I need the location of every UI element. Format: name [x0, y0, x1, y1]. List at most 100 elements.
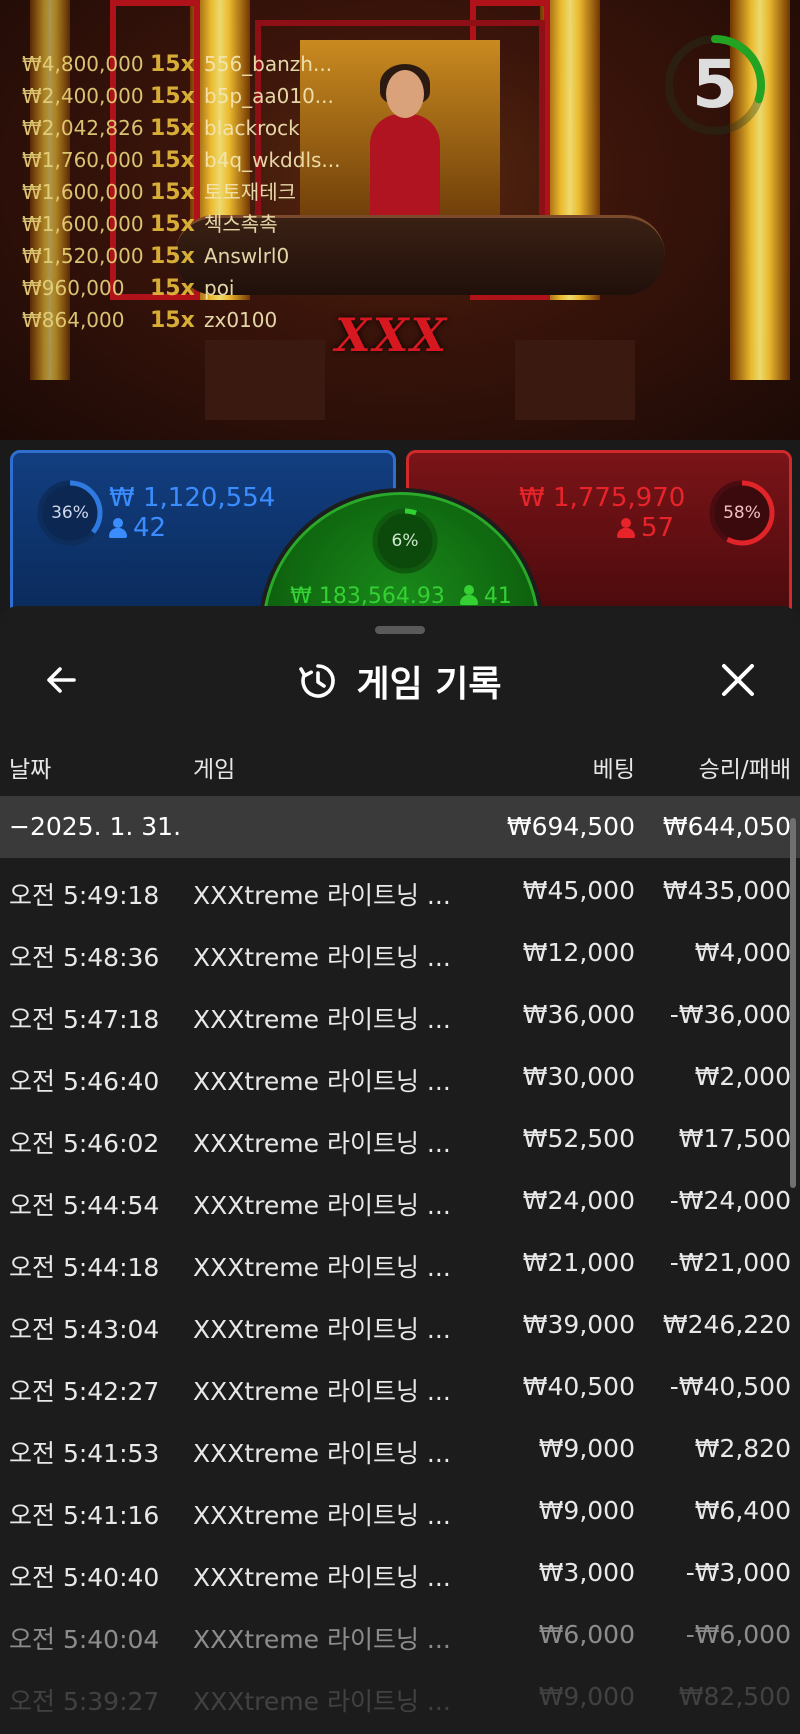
leader-amount: ₩1,520,000: [22, 244, 144, 268]
tie-pct: 6%: [391, 531, 419, 551]
back-button[interactable]: [40, 658, 84, 702]
row-game: XXXtreme 라이트닝 ...: [193, 1005, 451, 1034]
row-game: XXXtreme 라이트닝 ...: [193, 881, 451, 910]
row-time: 오전 5:46:02: [9, 1129, 160, 1158]
leader-amount: ₩2,042,826: [22, 116, 144, 140]
row-result: -₩40,500: [669, 1372, 791, 1401]
history-row[interactable]: 오전 5:41:53 XXXtreme 라이트닝 ... ₩9,000 ₩2,820: [0, 1416, 800, 1478]
row-time: 오전 5:48:36: [9, 943, 160, 972]
countdown-value: 5: [692, 46, 738, 123]
leaderboard-row: ₩2,042,826 15x blackrock: [22, 112, 341, 144]
row-game: XXXtreme 라이트닝 ...: [193, 1687, 451, 1716]
leaderboard-row: ₩1,760,000 15x b4q_wkddls...: [22, 144, 341, 176]
row-bet: ₩21,000: [522, 1248, 635, 1277]
col-result: 승리/패배: [698, 757, 791, 783]
row-bet: ₩9,000: [538, 1496, 635, 1525]
leader-multiplier: 15x: [150, 212, 195, 237]
leader-username: 토토재테크: [204, 180, 296, 204]
leaderboard-row: ₩960,000 15x poi: [22, 272, 341, 304]
person-icon: [617, 518, 635, 538]
leaderboard-row: ₩1,600,000 15x 토토재테크: [22, 176, 341, 208]
row-game: XXXtreme 라이트닝 ...: [193, 1067, 451, 1096]
leader-username: 556_banzh...: [204, 52, 333, 76]
leader-multiplier: 15x: [150, 244, 195, 269]
row-result: ₩6,400: [694, 1496, 791, 1525]
col-game: 게임: [193, 757, 236, 783]
leader-multiplier: 15x: [150, 84, 195, 109]
leader-amount: ₩864,000: [22, 308, 125, 332]
countdown-timer: 5: [660, 30, 770, 140]
player-pct-ring: 36%: [35, 478, 105, 548]
leaderboard-row: ₩4,800,000 15x 556_banzh...: [22, 48, 341, 80]
leader-amount: ₩1,760,000: [22, 148, 144, 172]
row-bet: ₩40,500: [522, 1372, 635, 1401]
row-time: 오전 5:41:16: [9, 1501, 160, 1530]
history-row[interactable]: 오전 5:47:18 XXXtreme 라이트닝 ... ₩36,000 -₩36,0…: [0, 982, 800, 1044]
leader-multiplier: 15x: [150, 276, 195, 301]
sheet-drag-handle[interactable]: [375, 626, 425, 634]
player-amount: ₩ 1,120,554: [109, 483, 276, 513]
history-row[interactable]: 오전 5:40:40 XXXtreme 라이트닝 ... ₩3,000 -₩3,000: [0, 1540, 800, 1602]
row-game: XXXtreme 라이트닝 ...: [193, 1625, 451, 1654]
row-result: ₩246,220: [662, 1310, 791, 1339]
row-result: -₩24,000: [669, 1186, 791, 1215]
row-time: 오전 5:47:18: [9, 1005, 160, 1034]
row-time: 오전 5:44:18: [9, 1253, 160, 1282]
person-icon: [109, 518, 127, 538]
history-row[interactable]: 오전 5:43:04 XXXtreme 라이트닝 ... ₩39,000 ₩246,2…: [0, 1292, 800, 1354]
table-logo: XXX: [335, 308, 449, 362]
history-row[interactable]: 오전 5:48:36 XXXtreme 라이트닝 ... ₩12,000 ₩4,000: [0, 920, 800, 982]
row-game: XXXtreme 라이트닝 ...: [193, 1315, 451, 1344]
history-row[interactable]: 오전 5:41:16 XXXtreme 라이트닝 ... ₩9,000 ₩6,400: [0, 1478, 800, 1540]
close-icon: [722, 664, 754, 696]
leader-multiplier: 15x: [150, 52, 195, 77]
leader-username: poi: [204, 276, 235, 300]
leader-amount: ₩1,600,000: [22, 212, 144, 236]
row-game: XXXtreme 라이트닝 ...: [193, 1191, 451, 1220]
date-group-row[interactable]: −2025. 1. 31. ₩694,500 ₩644,050: [0, 796, 800, 858]
leader-multiplier: 15x: [150, 308, 195, 333]
leaderboard-row: ₩1,520,000 15x Answlrl0: [22, 240, 341, 272]
row-time: 오전 5:39:27: [9, 1687, 160, 1716]
row-bet: ₩3,000: [538, 1558, 635, 1587]
row-game: XXXtreme 라이트닝 ...: [193, 1129, 451, 1158]
history-row[interactable]: 오전 5:49:18 XXXtreme 라이트닝 ... ₩45,000 ₩435,0…: [0, 858, 800, 920]
history-row[interactable]: 오전 5:46:02 XXXtreme 라이트닝 ... ₩52,500 ₩17,50…: [0, 1106, 800, 1168]
winners-leaderboard: ₩4,800,000 15x 556_banzh... ₩2,400,000 15x b5…: [22, 48, 341, 336]
leader-amount: ₩1,600,000: [22, 180, 144, 204]
banker-pct-ring: 58%: [707, 478, 777, 548]
leader-amount: ₩2,400,000: [22, 84, 144, 108]
row-game: XXXtreme 라이트닝 ...: [193, 943, 451, 972]
history-row[interactable]: 오전 5:39:27 XXXtreme 라이트닝 ... ₩9,000 ₩82,500: [0, 1664, 800, 1726]
tie-pct-ring: 6%: [370, 506, 440, 576]
row-game: XXXtreme 라이트닝 ...: [193, 1439, 451, 1468]
row-time: 오전 5:49:18: [9, 881, 160, 910]
leader-username: Answlrl0: [204, 244, 290, 268]
player-count: 42: [109, 513, 166, 543]
leader-amount: ₩960,000: [22, 276, 125, 300]
close-button[interactable]: [716, 658, 760, 702]
leader-username: blackrock: [204, 116, 300, 140]
row-bet: ₩9,000: [538, 1434, 635, 1463]
row-result: -₩36,000: [669, 1000, 791, 1029]
row-game: XXXtreme 라이트닝 ...: [193, 1501, 451, 1530]
group-bet-total: ₩694,500: [506, 812, 635, 841]
history-row[interactable]: 오전 5:40:04 XXXtreme 라이트닝 ... ₩6,000 -₩6,000: [0, 1602, 800, 1664]
scrollbar[interactable]: [790, 818, 796, 1188]
history-row[interactable]: 오전 5:46:40 XXXtreme 라이트닝 ... ₩30,000 ₩2,000: [0, 1044, 800, 1106]
history-row[interactable]: 오전 5:42:27 XXXtreme 라이트닝 ... ₩40,500 -₩40,5…: [0, 1354, 800, 1416]
history-row[interactable]: 오전 5:44:18 XXXtreme 라이트닝 ... ₩21,000 -₩21,0…: [0, 1230, 800, 1292]
row-bet: ₩45,000: [522, 876, 635, 905]
row-result: -₩3,000: [685, 1558, 791, 1587]
player-pct: 36%: [51, 503, 89, 523]
leader-username: b4q_wkddls...: [204, 148, 341, 172]
leader-amount: ₩4,800,000: [22, 52, 144, 76]
row-result: ₩2,820: [694, 1434, 791, 1463]
row-bet: ₩36,000: [522, 1000, 635, 1029]
history-row[interactable]: 오전 5:44:54 XXXtreme 라이트닝 ... ₩24,000 -₩24,0…: [0, 1168, 800, 1230]
row-game: XXXtreme 라이트닝 ...: [193, 1563, 451, 1592]
leader-multiplier: 15x: [150, 148, 195, 173]
row-bet: ₩39,000: [522, 1310, 635, 1339]
title-wrap: 게임 기록: [0, 646, 800, 716]
leader-username: zx0100: [204, 308, 278, 332]
